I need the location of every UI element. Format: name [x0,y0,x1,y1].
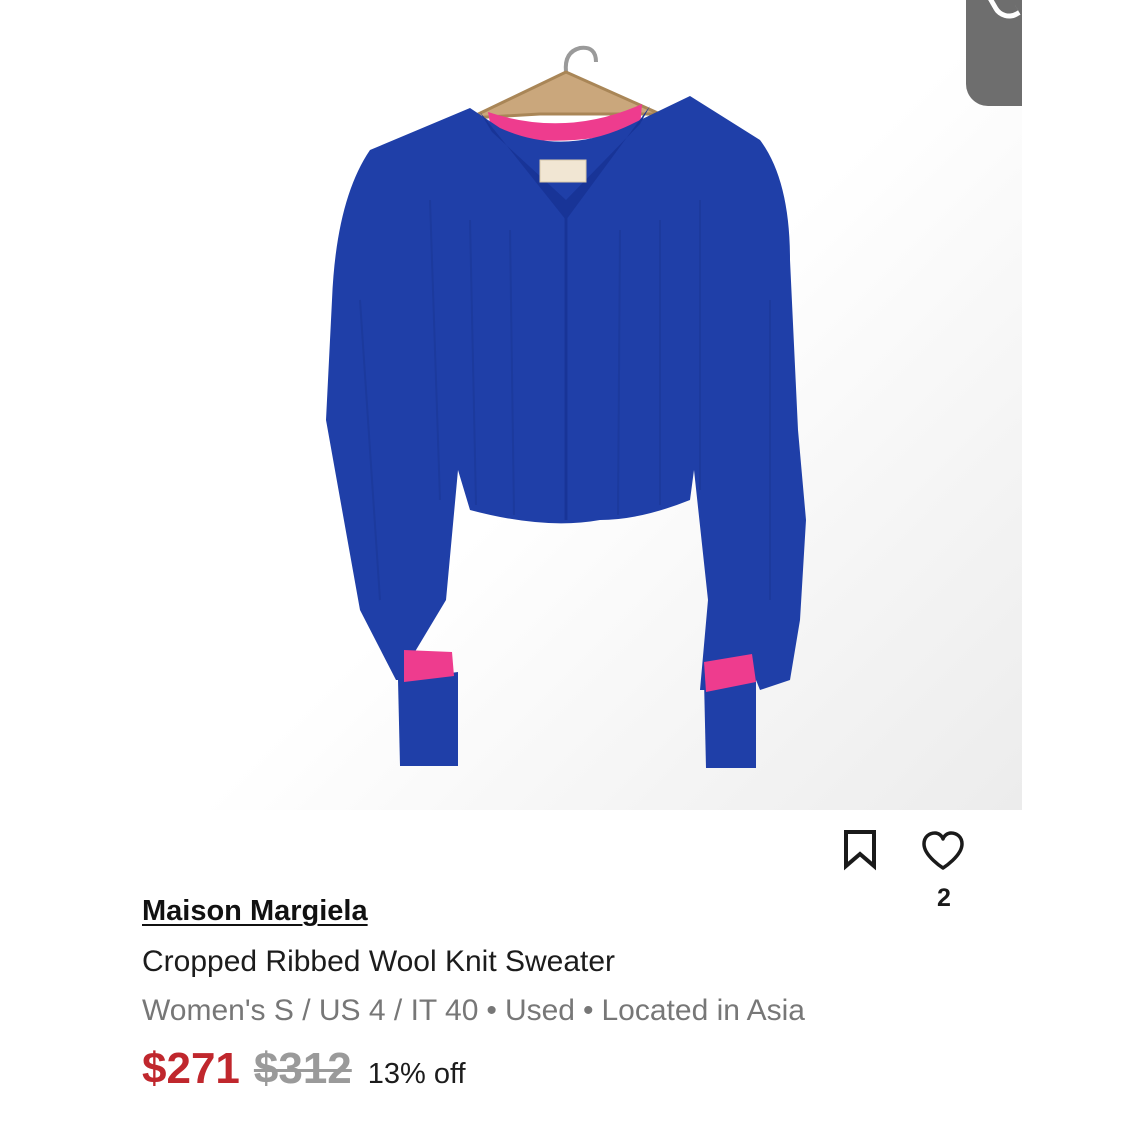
listing-title: Cropped Ribbed Wool Knit Sweater [142,945,616,978]
scroll-handle-mark [988,0,1021,26]
heart-icon[interactable] [918,826,968,876]
condition-text: Used [504,994,575,1027]
sweater-photo [326,45,806,768]
like-count: 2 [937,884,951,912]
listing-page: 2 Maison Margiela Cropped Ribbed Wool Kn… [0,0,1125,1125]
listing-details: Women's S / US 4 / IT 40 • Used • Located in… [142,994,805,1028]
details-separator: • [582,994,594,1027]
current-price: $271 [142,1044,240,1093]
listing-card[interactable]: 2 Maison Margiela Cropped Ribbed Wool Kn… [0,0,1022,1125]
brand-link[interactable]: Maison Margiela [142,895,368,928]
location-text: Located in Asia [601,994,805,1027]
original-price: $312 [253,1044,352,1093]
hanger-graphic [469,45,661,120]
product-image[interactable] [0,0,1022,810]
discount-label: 13% off [367,1058,466,1090]
listing-actions: 2 [836,826,976,916]
size-text: Women's S / US 4 / IT 40 [142,994,479,1027]
price-row: $271 $312 13% off [142,1044,466,1100]
scroll-handle[interactable] [966,0,1022,106]
details-separator: • [486,994,497,1027]
bookmark-icon[interactable] [836,826,884,874]
